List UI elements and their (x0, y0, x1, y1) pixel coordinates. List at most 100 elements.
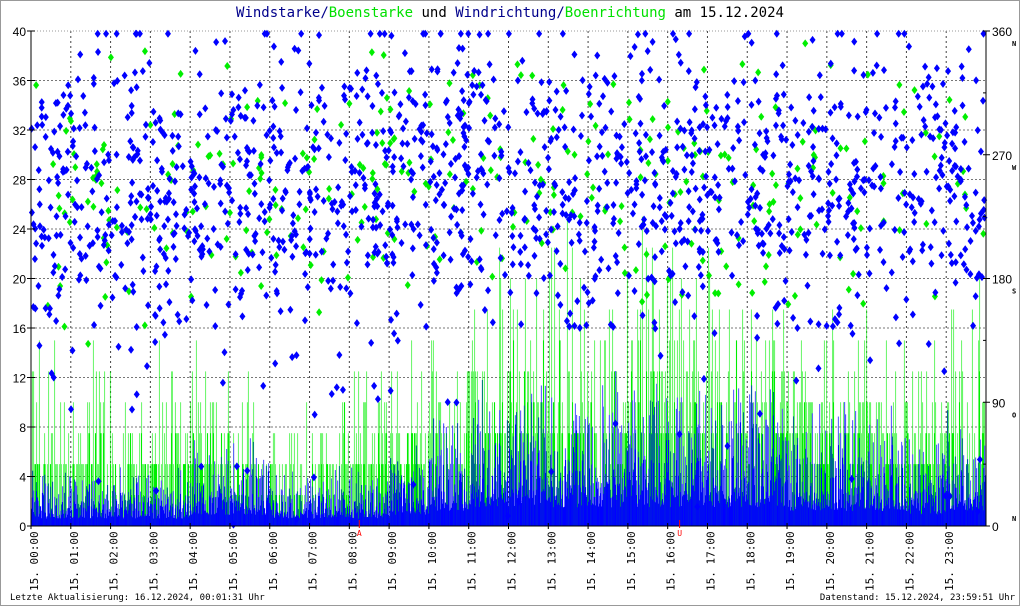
wind-direction-point (454, 59, 461, 68)
gust-direction-point (577, 212, 584, 221)
wind-direction-point (222, 37, 229, 46)
gust-direction-point (936, 132, 943, 141)
gust-direction-point (617, 217, 624, 226)
wind-direction-point (352, 181, 359, 190)
wind-direction-point (692, 184, 699, 193)
wind-direction-point (71, 217, 78, 226)
wind-direction-point (594, 152, 601, 161)
wind-direction-point (279, 83, 286, 92)
wind-direction-point (359, 85, 366, 94)
wind-direction-point (428, 65, 435, 74)
wind-direction-point (650, 202, 657, 211)
gust-direction-point (216, 149, 223, 158)
wind-direction-point (794, 323, 801, 332)
gust-direction-point (649, 115, 656, 124)
wind-direction-point (76, 123, 83, 132)
gust-direction-point (646, 135, 653, 144)
wind-direction-point (543, 206, 550, 215)
wind-direction-point (263, 291, 270, 300)
wind-direction-point (121, 71, 128, 80)
wind-direction-point (583, 197, 590, 206)
wind-direction-point (877, 245, 884, 254)
wind-direction-point (972, 292, 979, 301)
wind-direction-point (809, 35, 816, 44)
wind-direction-point (627, 52, 634, 61)
wind-direction-point (772, 121, 779, 130)
wind-direction-point (730, 143, 737, 152)
gust-direction-point (529, 71, 536, 80)
wind-direction-point (738, 217, 745, 226)
wind-direction-point (922, 122, 929, 131)
y-tick-label-left: 12 (13, 372, 27, 386)
wind-direction-point (304, 283, 311, 292)
wind-direction-point (150, 107, 157, 116)
wind-direction-point (339, 385, 346, 394)
wind-direction-point (741, 118, 748, 127)
gust-direction-point (361, 202, 368, 211)
wind-direction-point (156, 304, 163, 313)
wind-direction-point (895, 29, 902, 38)
wind-direction-point (579, 76, 586, 85)
wind-direction-point (447, 159, 454, 168)
wind-direction-point (507, 288, 514, 297)
wind-direction-point (874, 29, 881, 38)
wind-direction-point (925, 339, 932, 348)
x-tick-label: 15. 03:00 (147, 531, 160, 591)
wind-direction-point (591, 237, 598, 246)
wind-direction-point (629, 209, 636, 218)
gust-direction-point (449, 135, 456, 144)
gust-direction-point (700, 65, 707, 74)
wind-direction-point (918, 130, 925, 139)
wind-direction-point (256, 263, 263, 272)
wind-direction-point (376, 29, 383, 38)
wind-direction-point (922, 62, 929, 71)
wind-direction-point (715, 181, 722, 190)
gust-direction-point (571, 150, 578, 159)
wind-direction-point (292, 154, 299, 163)
wind-direction-point (945, 67, 952, 76)
wind-direction-point (345, 247, 352, 256)
wind-direction-point (621, 120, 628, 129)
wind-direction-point (83, 276, 90, 285)
wind-direction-point (585, 89, 592, 98)
gust-direction-point (665, 123, 672, 132)
wind-direction-point (77, 50, 84, 59)
wind-direction-point (769, 215, 776, 224)
wind-direction-point (473, 173, 480, 182)
wind-direction-point (452, 173, 459, 182)
wind-direction-point (222, 114, 229, 123)
wind-direction-point (649, 37, 656, 46)
wind-direction-point (546, 96, 553, 105)
wind-direction-point (952, 258, 959, 267)
wind-direction-point (829, 134, 836, 143)
wind-direction-point (65, 190, 72, 199)
wind-direction-point (511, 169, 518, 178)
wind-direction-point (505, 29, 512, 38)
wind-direction-point (191, 198, 198, 207)
wind-direction-point (261, 217, 268, 226)
wind-direction-point (920, 116, 927, 125)
x-tick-label: 15. 10:00 (426, 531, 439, 591)
wind-direction-point (789, 188, 796, 197)
wind-direction-point (748, 38, 755, 47)
wind-direction-point (373, 71, 380, 80)
wind-direction-point (792, 116, 799, 125)
gust-direction-point (316, 308, 323, 317)
wind-direction-point (492, 114, 499, 123)
wind-direction-point (82, 121, 89, 130)
wind-direction-point (770, 151, 777, 160)
gust-direction-point (224, 61, 231, 70)
wind-direction-point (592, 71, 599, 80)
wind-direction-point (926, 93, 933, 102)
gust-direction-point (843, 144, 850, 153)
wind-direction-point (145, 193, 152, 202)
wind-direction-point (204, 132, 211, 141)
wind-direction-point (794, 130, 801, 139)
wind-direction-point (586, 82, 593, 91)
gust-direction-point (530, 134, 537, 143)
wind-direction-point (368, 338, 375, 347)
wind-direction-point (576, 218, 583, 227)
wind-direction-point (442, 179, 449, 188)
wind-direction-point (169, 146, 176, 155)
wind-direction-point (196, 70, 203, 79)
